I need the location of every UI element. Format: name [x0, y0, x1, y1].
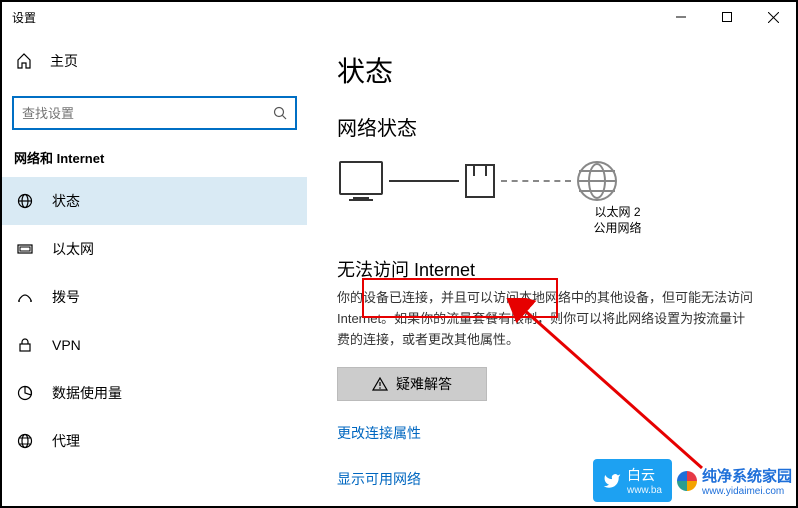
nav-label: 数据使用量: [52, 383, 122, 403]
watermark-baiyun: 白云 www.ba: [593, 459, 672, 502]
router-label: 以太网 2 公用网络: [459, 205, 776, 236]
watermark-chunjing: 纯净系统家园 www.yidaimei.com: [676, 465, 792, 497]
ethernet-icon: [16, 241, 34, 257]
status-icon: [16, 193, 34, 209]
nav-item-ethernet[interactable]: 以太网: [2, 225, 307, 273]
titlebar: 设置: [2, 2, 796, 32]
page-title: 状态: [337, 50, 776, 90]
connection-line-local: [389, 180, 459, 182]
maximize-button[interactable]: [704, 2, 750, 32]
status-heading: 无法访问 Internet: [337, 256, 776, 282]
home-icon: [16, 53, 32, 69]
warning-icon: [372, 377, 388, 391]
watermark-chunjing-text: 纯净系统家园 www.yidaimei.com: [702, 465, 792, 497]
nav-item-proxy[interactable]: 代理: [2, 417, 307, 465]
watermark-baiyun-text: 白云 www.ba: [627, 465, 662, 496]
troubleshoot-button[interactable]: 疑难解答: [337, 367, 487, 401]
minimize-button[interactable]: [658, 2, 704, 32]
search-icon: [273, 106, 287, 120]
dialup-icon: [16, 290, 34, 304]
close-button[interactable]: [750, 2, 796, 32]
nav-label: 拨号: [52, 287, 80, 307]
nav-label: 代理: [52, 431, 80, 451]
device-icon: [339, 161, 383, 201]
nav-item-status[interactable]: 状态: [2, 177, 307, 225]
main-panel: 状态 网络状态 以太网 2 公用网络 无法访问 Internet 你的设备已连接…: [307, 32, 796, 506]
bird-icon: [603, 472, 621, 490]
nav-item-datausage[interactable]: 数据使用量: [2, 369, 307, 417]
nav-item-vpn[interactable]: VPN: [2, 321, 307, 369]
globe-icon: [577, 161, 617, 201]
content-area: 主页 网络和 Internet 状态: [2, 32, 796, 506]
search-container: [2, 96, 307, 148]
vpn-icon: [16, 337, 34, 353]
settings-window: 设置 主页: [0, 0, 798, 508]
window-controls: [658, 2, 796, 32]
pinwheel-icon: [676, 470, 698, 492]
connection-line-internet: [501, 180, 571, 182]
proxy-icon: [16, 433, 34, 449]
troubleshoot-label: 疑难解答: [396, 374, 452, 394]
nav-label: VPN: [52, 337, 81, 353]
home-label: 主页: [50, 51, 78, 71]
search-field[interactable]: [22, 106, 273, 121]
sidebar: 主页 网络和 Internet 状态: [2, 32, 307, 506]
home-nav[interactable]: 主页: [2, 40, 307, 82]
window-title: 设置: [12, 9, 36, 26]
nav-label: 状态: [52, 191, 80, 211]
section-subtitle: 网络状态: [337, 112, 776, 141]
router-icon: [465, 164, 495, 198]
network-diagram: [339, 161, 776, 201]
section-title: 网络和 Internet: [2, 148, 307, 177]
search-input[interactable]: [12, 96, 297, 130]
nav-item-dialup[interactable]: 拨号: [2, 273, 307, 321]
status-description: 你的设备已连接，并且可以访问本地网络中的其他设备，但可能无法访问 Interne…: [337, 288, 757, 350]
nav-label: 以太网: [52, 239, 94, 259]
router-type: 公用网络: [459, 221, 776, 237]
datausage-icon: [16, 385, 34, 401]
watermark-badges: 白云 www.ba 纯净系统家园 www.yidaimei.com: [593, 459, 792, 502]
change-connection-link[interactable]: 更改连接属性: [337, 423, 776, 443]
router-name: 以太网 2: [459, 205, 776, 221]
